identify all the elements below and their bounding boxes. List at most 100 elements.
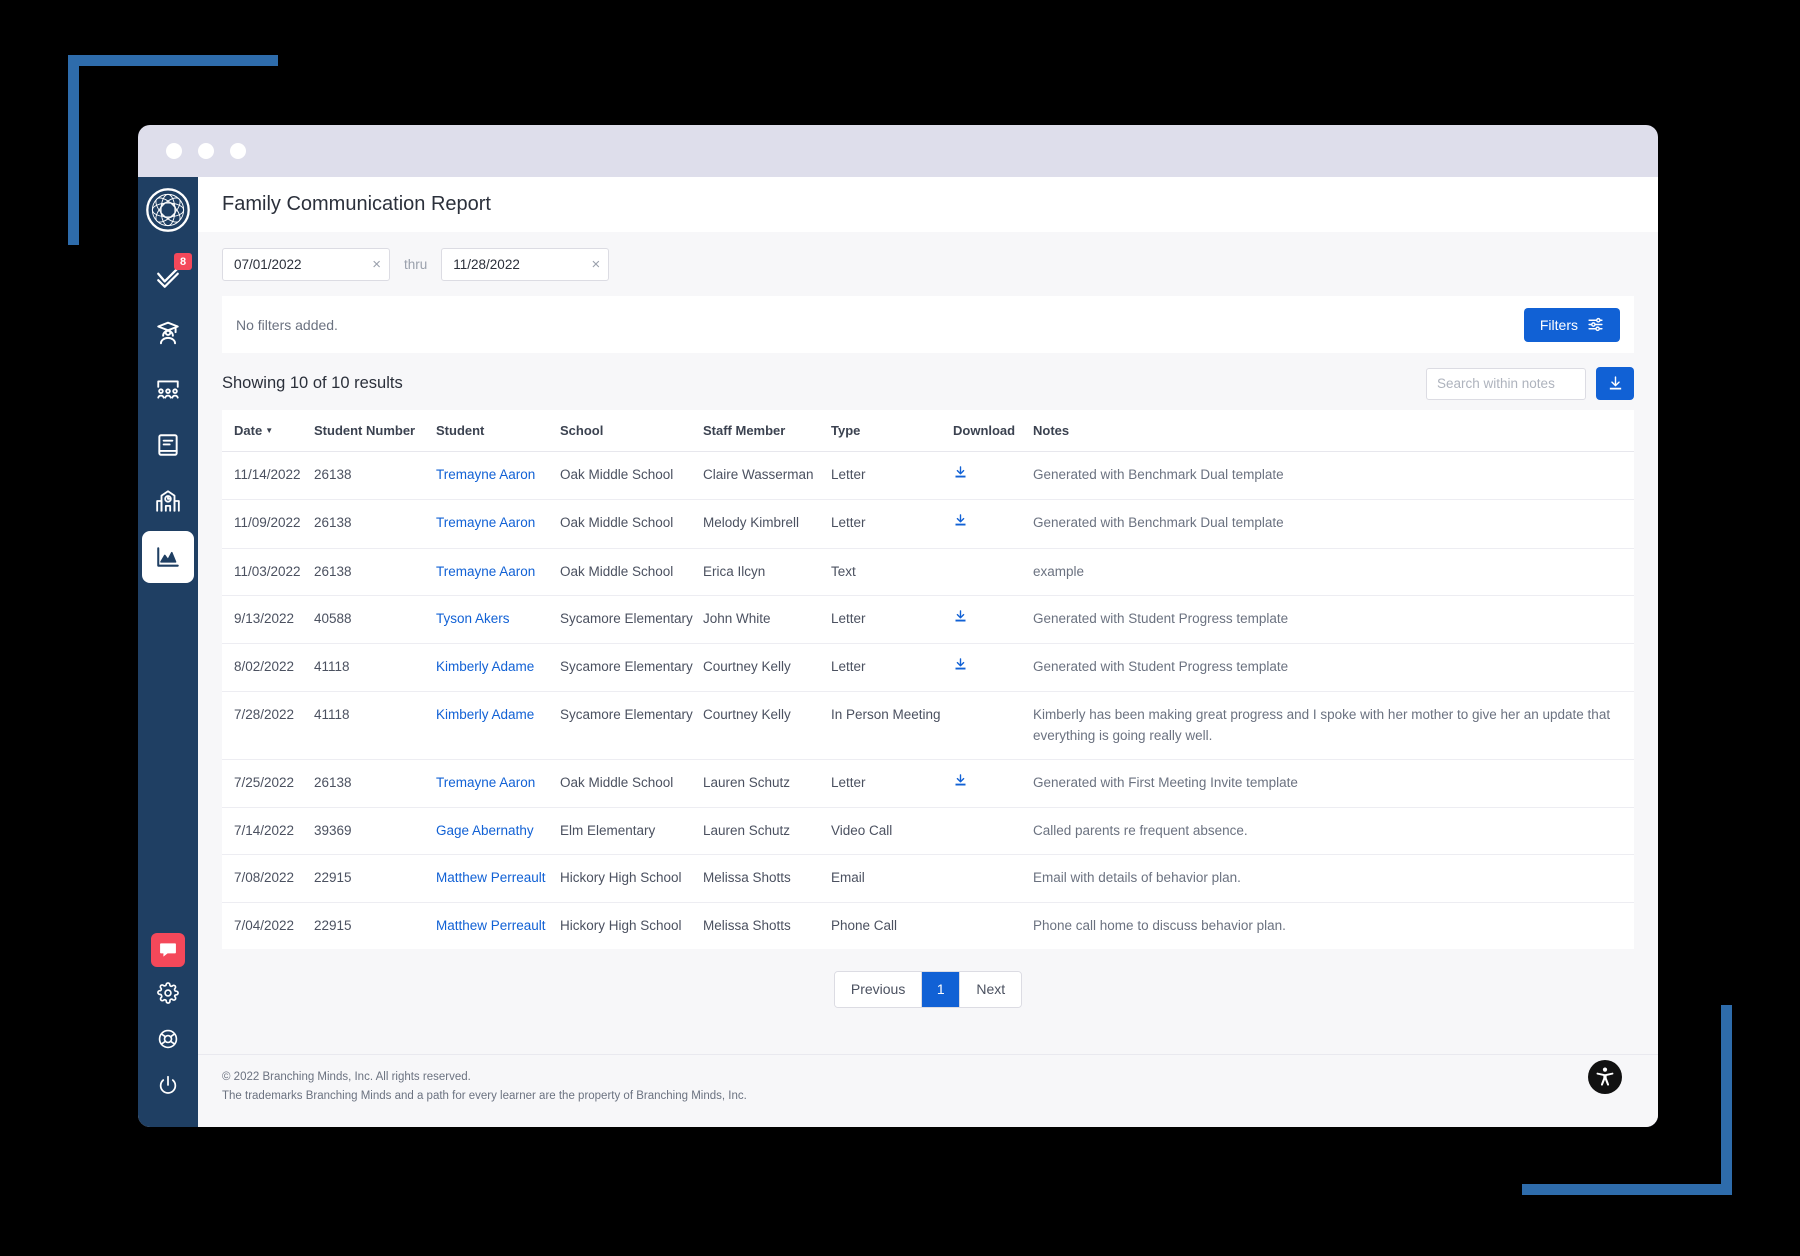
footer-divider [198, 1054, 1658, 1055]
sidebar-item-students[interactable] [142, 307, 194, 359]
cell-notes: Phone call home to discuss behavior plan… [1033, 902, 1634, 949]
filters-button[interactable]: Filters [1524, 308, 1620, 342]
cell-download [953, 595, 1033, 643]
search-input[interactable] [1426, 368, 1586, 400]
browser-window: 8 [138, 125, 1658, 1127]
filter-bar: No filters added. Filters [222, 296, 1634, 353]
cell-student: Kimberly Adame [436, 644, 560, 692]
download-row-icon[interactable] [953, 465, 968, 480]
app-body: 8 [138, 177, 1658, 1127]
bracket-horizontal-bar [68, 55, 278, 66]
help-button[interactable] [146, 1019, 190, 1059]
cell-school: Sycamore Elementary [560, 595, 703, 643]
table-row: 11/03/202226138Tremayne AaronOak Middle … [222, 548, 1634, 595]
cell-student: Kimberly Adame [436, 692, 560, 760]
download-row-icon[interactable] [953, 773, 968, 788]
clear-end-date-icon[interactable]: × [592, 257, 601, 272]
cell-date: 8/02/2022 [222, 644, 314, 692]
cell-student-number: 26138 [314, 452, 436, 500]
student-link[interactable]: Matthew Perreault [436, 870, 546, 885]
end-date-field[interactable]: 11/28/2022 × [441, 248, 609, 281]
sidebar-item-reports[interactable] [142, 531, 194, 583]
cell-school: Oak Middle School [560, 452, 703, 500]
cell-type: Letter [831, 759, 953, 807]
cell-student: Gage Abernathy [436, 808, 560, 855]
bracket-vertical-bar [1721, 1005, 1732, 1195]
column-header-student[interactable]: Student [436, 410, 560, 452]
cell-student: Tremayne Aaron [436, 759, 560, 807]
bracket-vertical-bar [68, 55, 79, 245]
sort-caret-icon: ▼ [265, 426, 273, 435]
branching-minds-logo-icon[interactable] [145, 187, 191, 233]
sidebar-item-groups[interactable] [142, 363, 194, 415]
start-date-field[interactable]: 07/01/2022 × [222, 248, 390, 281]
column-header-date[interactable]: Date▼ [222, 410, 314, 452]
logout-button[interactable] [146, 1065, 190, 1105]
sidebar-item-tasks[interactable]: 8 [142, 251, 194, 303]
clear-start-date-icon[interactable]: × [372, 257, 381, 272]
download-row-icon[interactable] [953, 513, 968, 528]
previous-page-button[interactable]: Previous [835, 972, 922, 1007]
cell-student: Tremayne Aaron [436, 500, 560, 548]
cell-school: Oak Middle School [560, 548, 703, 595]
column-header-student-number[interactable]: Student Number [314, 410, 436, 452]
column-header-download[interactable]: Download [953, 410, 1033, 452]
cell-download [953, 902, 1033, 949]
student-link[interactable]: Tyson Akers [436, 611, 510, 626]
settings-button[interactable] [146, 973, 190, 1013]
cell-notes: example [1033, 548, 1634, 595]
chat-button[interactable] [151, 933, 185, 967]
chat-bubble-icon [158, 940, 178, 960]
student-link[interactable]: Matthew Perreault [436, 918, 546, 933]
student-link[interactable]: Kimberly Adame [436, 659, 534, 674]
cell-date: 11/03/2022 [222, 548, 314, 595]
cell-student: Tyson Akers [436, 595, 560, 643]
next-page-button[interactable]: Next [960, 972, 1021, 1007]
date-range-separator-label: thru [404, 257, 427, 272]
results-table-container: Date▼ Student Number Student School Staf… [222, 410, 1634, 949]
student-link[interactable]: Tremayne Aaron [436, 515, 535, 530]
table-row: 8/02/202241118Kimberly AdameSycamore Ele… [222, 644, 1634, 692]
table-row: 7/14/202239369Gage AbernathyElm Elementa… [222, 808, 1634, 855]
download-row-icon[interactable] [953, 657, 968, 672]
cell-download [953, 855, 1033, 902]
window-maximize-dot[interactable] [230, 143, 246, 159]
cell-staff-member: Courtney Kelly [703, 692, 831, 760]
column-header-staff-member[interactable]: Staff Member [703, 410, 831, 452]
column-header-notes[interactable]: Notes [1033, 410, 1634, 452]
student-link[interactable]: Kimberly Adame [436, 707, 534, 722]
main-content: Family Communication Report 07/01/2022 ×… [198, 177, 1658, 1127]
group-classroom-icon [155, 376, 181, 402]
area-chart-icon [155, 544, 181, 570]
cell-type: Letter [831, 644, 953, 692]
sidebar-item-schools[interactable] [142, 475, 194, 527]
student-link[interactable]: Tremayne Aaron [436, 775, 535, 790]
table-row: 7/04/202222915Matthew PerreaultHickory H… [222, 902, 1634, 949]
window-close-dot[interactable] [166, 143, 182, 159]
cell-school: Oak Middle School [560, 759, 703, 807]
cell-staff-member: Lauren Schutz [703, 759, 831, 807]
pagination: Previous 1 Next [198, 949, 1658, 1026]
accessibility-button[interactable] [1588, 1060, 1622, 1094]
download-row-icon[interactable] [953, 609, 968, 624]
results-bar: Showing 10 of 10 results [198, 353, 1658, 410]
sidebar-item-library[interactable] [142, 419, 194, 471]
cell-type: Video Call [831, 808, 953, 855]
cell-student-number: 41118 [314, 692, 436, 760]
sliders-icon [1587, 316, 1604, 333]
footer-trademark: The trademarks Branching Minds and a pat… [222, 1087, 1634, 1107]
export-button[interactable] [1596, 367, 1634, 400]
window-minimize-dot[interactable] [198, 143, 214, 159]
page-number-1-button[interactable]: 1 [922, 972, 960, 1007]
student-link[interactable]: Tremayne Aaron [436, 467, 535, 482]
cell-student-number: 40588 [314, 595, 436, 643]
student-link[interactable]: Tremayne Aaron [436, 564, 535, 579]
graduate-student-icon [155, 320, 181, 346]
column-header-school[interactable]: School [560, 410, 703, 452]
student-link[interactable]: Gage Abernathy [436, 823, 534, 838]
cell-school: Sycamore Elementary [560, 692, 703, 760]
table-header-row: Date▼ Student Number Student School Staf… [222, 410, 1634, 452]
cell-staff-member: Claire Wasserman [703, 452, 831, 500]
column-header-type[interactable]: Type [831, 410, 953, 452]
cell-student: Tremayne Aaron [436, 548, 560, 595]
